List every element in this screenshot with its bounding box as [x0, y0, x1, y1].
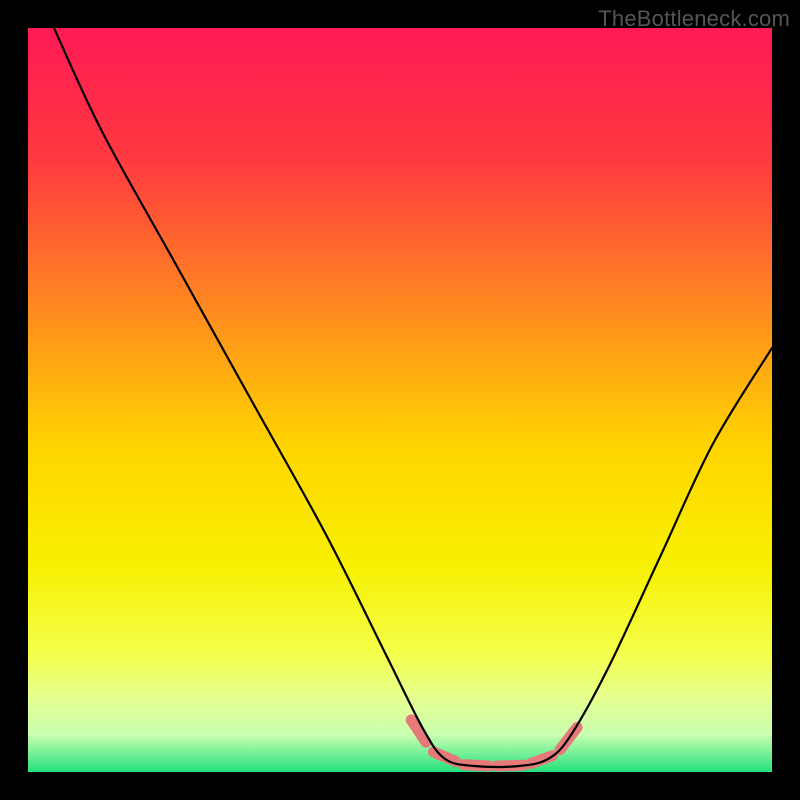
plot-area	[28, 28, 772, 772]
watermark-text: TheBottleneck.com	[598, 6, 790, 32]
gradient-background	[28, 28, 772, 772]
chart-frame: TheBottleneck.com	[0, 0, 800, 800]
chart-svg	[28, 28, 772, 772]
